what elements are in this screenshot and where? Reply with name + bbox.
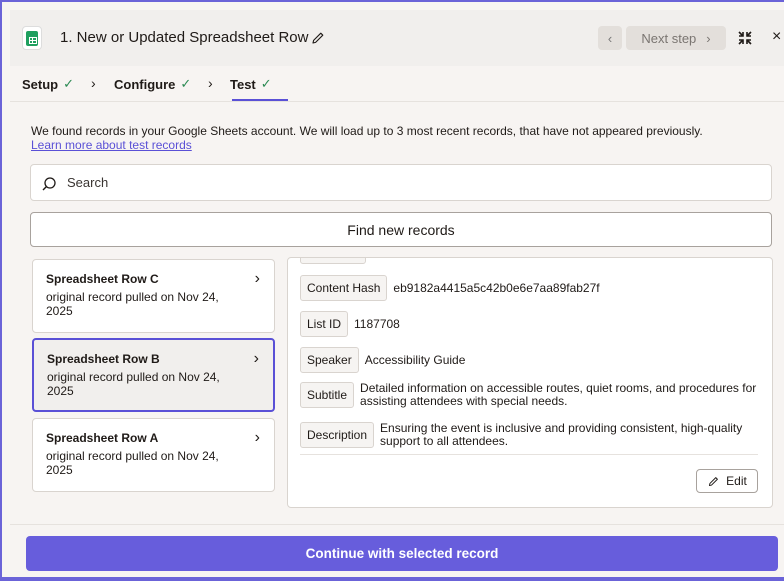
edit-pencil-icon [709,476,719,486]
field-key: Speaker [300,347,359,373]
field-value: Detailed information on accessible route… [360,381,757,408]
tab-test-label: Test [230,76,256,92]
field-list-id: List ID 1187708 [300,311,400,337]
field-description: Description Ensuring the event is inclus… [300,422,762,448]
record-subtitle: original record pulled on Nov 24, 2025 [46,290,219,318]
field-key-stub [300,258,366,264]
divider [300,454,758,455]
chevron-right-icon: › [706,30,711,46]
next-step-button[interactable]: Next step › [626,26,726,50]
continue-with-selected-record-button[interactable]: Continue with selected record [26,536,778,571]
step-header: 1. New or Updated Spreadsheet Row ‹ Next… [10,10,784,66]
learn-more-link[interactable]: Learn more about test records [31,138,192,152]
pencil-icon[interactable] [310,30,326,46]
collapse-icon[interactable] [736,29,754,47]
record-card-row-a[interactable]: Spreadsheet Row A original record pulled… [32,418,275,492]
find-new-records-button[interactable]: Find new records [30,212,772,247]
tab-separator-icon: › [91,75,96,91]
edit-label: Edit [726,474,747,488]
edit-button[interactable]: Edit [696,469,758,493]
close-icon[interactable]: × [772,29,784,45]
chevron-left-icon: ‹ [607,30,613,46]
field-speaker: Speaker Accessibility Guide [300,347,465,373]
google-sheets-icon [22,26,42,50]
previous-step-button[interactable]: ‹ [598,26,622,50]
field-key: Description [300,422,375,448]
chevron-right-icon: › [254,429,260,446]
field-value: Accessibility Guide [364,352,466,367]
check-icon: ✓ [180,76,192,91]
intro-text: We found records in your Google Sheets a… [31,124,703,138]
next-step-label: Next step [641,30,697,46]
record-card-row-c[interactable]: Spreadsheet Row C original record pulled… [32,259,275,333]
check-icon: ✓ [63,76,75,91]
records-list: Spreadsheet Row C original record pulled… [30,258,277,509]
field-value: Ensuring the event is inclusive and prov… [380,421,743,448]
step-title: 1. New or Updated Spreadsheet Row [60,29,309,46]
search-icon [42,177,56,191]
frame-bottom-border [0,577,784,581]
record-title: Spreadsheet Row C [46,272,159,286]
field-value: eb9182a4415a5c42b0e6e7aa89fab27f [393,280,600,295]
field-content-hash: Content Hash eb9182a4415a5c42b0e6e7aa89f… [300,275,600,301]
tab-test[interactable]: Test ✓ [230,76,272,92]
step-tabs: Setup ✓ › Configure ✓ › Test ✓ [10,66,784,102]
field-value: 1187708 [354,316,400,331]
active-tab-indicator [232,99,288,101]
field-key: Subtitle [300,382,355,408]
search-input[interactable] [67,165,747,200]
field-subtitle: Subtitle Detailed information on accessi… [300,382,762,408]
record-subtitle: original record pulled on Nov 24, 2025 [47,370,220,398]
tab-setup[interactable]: Setup ✓ [22,76,74,92]
record-subtitle: original record pulled on Nov 24, 2025 [46,449,219,477]
modal-frame: 1. New or Updated Spreadsheet Row ‹ Next… [0,0,784,581]
chevron-right-icon: › [253,350,259,367]
record-details-panel[interactable]: Content Hash eb9182a4415a5c42b0e6e7aa89f… [287,257,773,508]
tab-setup-label: Setup [22,76,59,92]
tab-configure-label: Configure [114,76,176,92]
check-icon: ✓ [260,76,272,91]
tab-configure[interactable]: Configure ✓ [114,76,191,92]
search-box [30,164,772,201]
chevron-right-icon: › [254,270,260,287]
tab-separator-icon: › [208,75,213,91]
field-key: List ID [300,311,349,337]
record-card-row-b[interactable]: Spreadsheet Row B original record pulled… [32,338,275,412]
field-key: Content Hash [300,275,388,301]
divider [10,524,784,525]
record-title: Spreadsheet Row B [47,352,160,366]
record-title: Spreadsheet Row A [46,431,159,445]
